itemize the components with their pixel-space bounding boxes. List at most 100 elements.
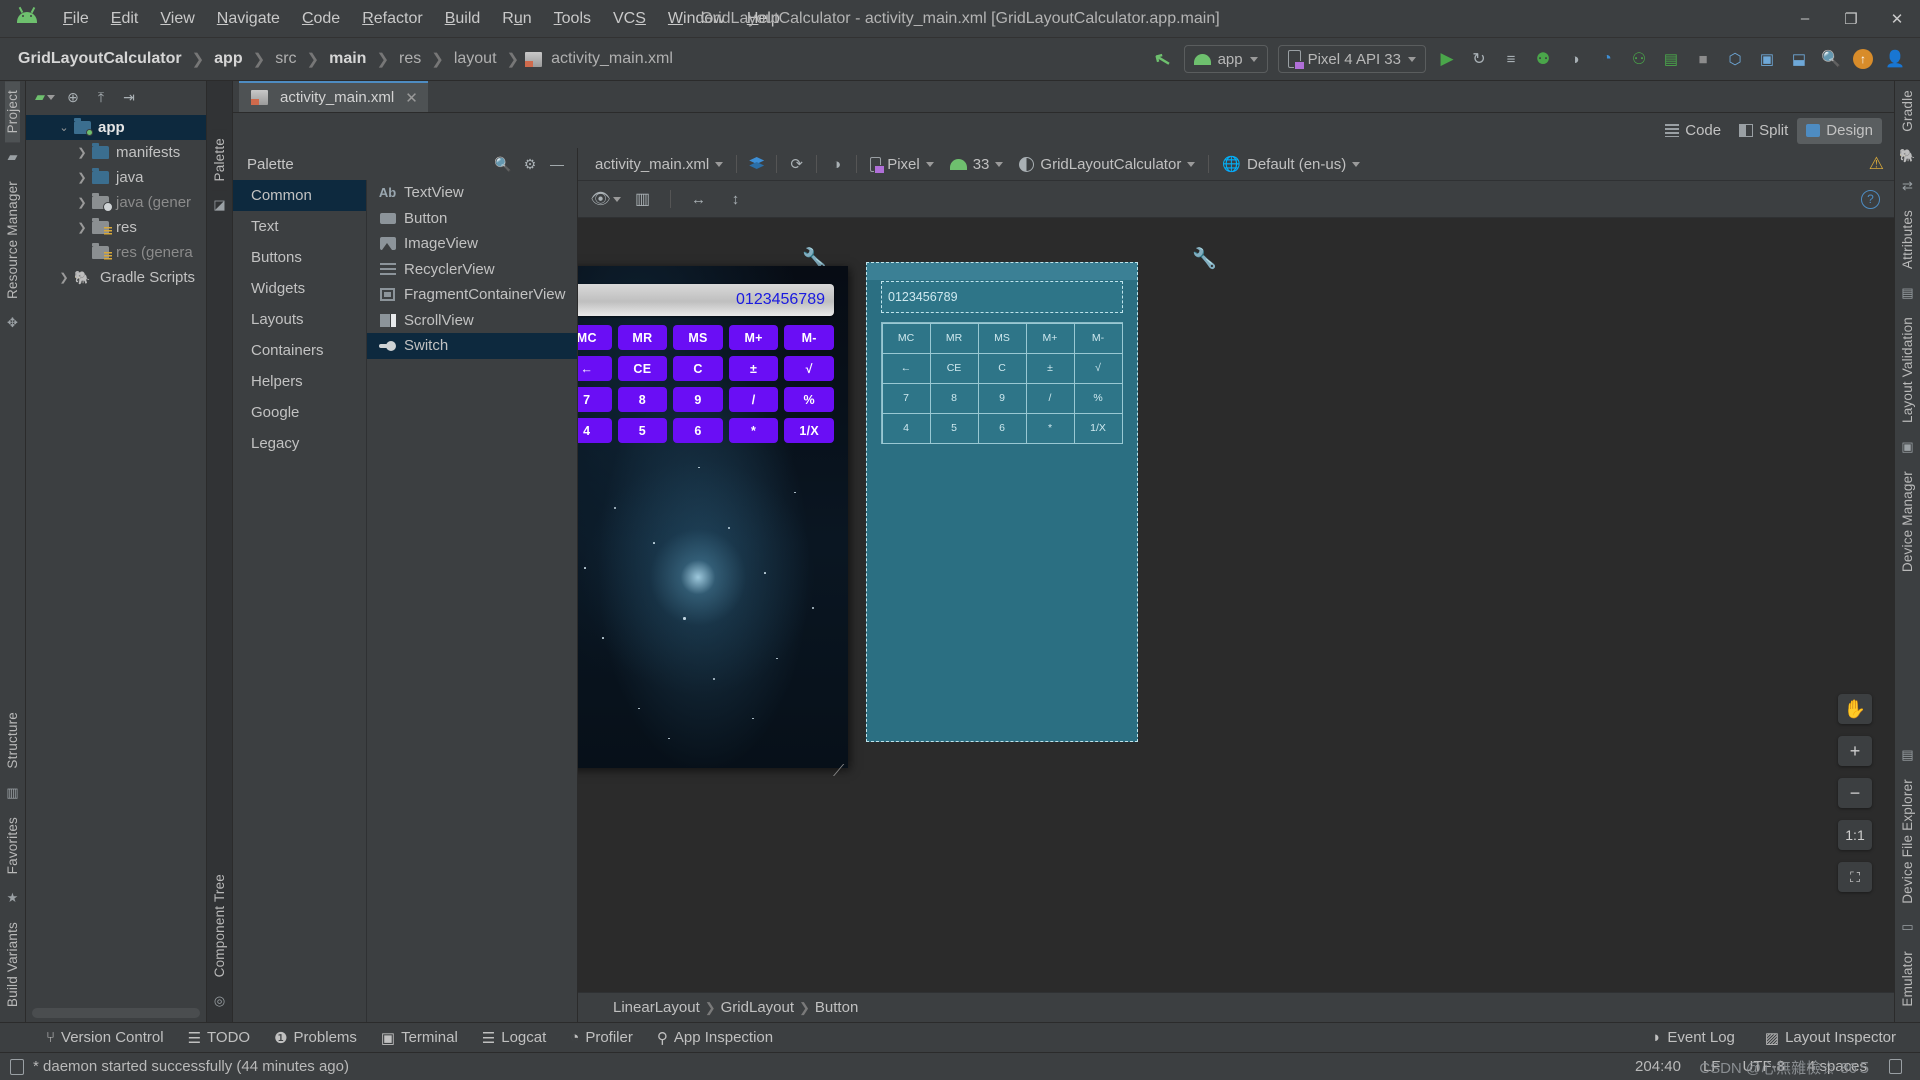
key-c[interactable]: C	[673, 356, 723, 381]
bp-key-mc[interactable]: MC	[881, 322, 931, 354]
expand-arrow-icon[interactable]: ⌄	[54, 121, 74, 134]
blueprint-preview[interactable]: 0123456789 MC MR MS M+ M- ← CE C ± √ 7 8…	[866, 262, 1138, 742]
palette-category-text[interactable]: Text	[233, 211, 366, 242]
orientation-icon[interactable]: ⟳	[783, 152, 810, 177]
favorites-star-icon[interactable]: ★	[7, 890, 19, 906]
bp-key-6[interactable]: 6	[977, 412, 1027, 444]
expand-arrow-icon[interactable]: ❯	[72, 196, 92, 209]
maximize-button[interactable]: ❐	[1828, 0, 1874, 38]
menu-help[interactable]: Help	[736, 6, 791, 32]
tree-node-manifests[interactable]: ❯ manifests	[26, 140, 206, 165]
pan-tool-button[interactable]: ✋	[1838, 694, 1872, 724]
palette-category-buttons[interactable]: Buttons	[233, 242, 366, 273]
design-canvas[interactable]: 🔧 🔧 0123456789 MC MR MS M+ M- ← CE C ± √…	[578, 218, 1894, 992]
minimize-button[interactable]: –	[1782, 0, 1828, 38]
component-crumb-gridlayout[interactable]: GridLayout	[716, 999, 799, 1016]
key-5[interactable]: 5	[617, 418, 668, 443]
tab-split[interactable]: Split	[1730, 118, 1797, 144]
bp-key-divide[interactable]: /	[1025, 382, 1075, 414]
bp-key-multiply[interactable]: *	[1025, 412, 1075, 444]
menu-file[interactable]: File	[52, 6, 100, 32]
bp-key-sqrt[interactable]: √	[1073, 352, 1123, 384]
hide-panel-icon[interactable]: ⇥	[116, 85, 142, 109]
palette-category-containers[interactable]: Containers	[233, 335, 366, 366]
android-view-icon[interactable]: ▰	[32, 85, 58, 109]
help-circle-icon[interactable]: ?	[1861, 189, 1880, 209]
component-crumb-button[interactable]: Button	[810, 999, 863, 1016]
collapse-all-icon[interactable]: ⤒	[88, 85, 114, 109]
account-icon[interactable]: 👤	[1880, 44, 1910, 74]
key-ms[interactable]: MS	[673, 325, 723, 350]
bp-key-ms[interactable]: MS	[977, 322, 1027, 354]
sidebar-item-layout-validation[interactable]: Layout Validation	[1900, 308, 1915, 432]
palette-item-recyclerview[interactable]: RecyclerView	[367, 257, 577, 283]
key-9[interactable]: 9	[673, 387, 723, 412]
tool-layout-inspector[interactable]: ▨ Layout Inspector	[1753, 1027, 1908, 1049]
apply-code-changes-icon[interactable]: ≡	[1496, 44, 1526, 74]
key-ce[interactable]: CE	[617, 356, 668, 381]
profile-icon[interactable]: ◔	[1592, 44, 1622, 74]
key-backspace[interactable]: ←	[578, 356, 612, 381]
bp-key-mplus[interactable]: M+	[1025, 322, 1075, 354]
tree-node-res[interactable]: ❯ res	[26, 215, 206, 240]
avd-manager-icon[interactable]: ▣	[1752, 44, 1782, 74]
calculator-display[interactable]: 0123456789	[578, 284, 834, 316]
palette-category-google[interactable]: Google	[233, 397, 366, 428]
expand-arrow-icon[interactable]: ❯	[54, 271, 74, 284]
key-mc[interactable]: MC	[578, 325, 612, 350]
palette-item-button[interactable]: Button	[367, 206, 577, 232]
component-tree-icon[interactable]: ◎	[214, 993, 225, 1009]
project-files-icon[interactable]: ▰	[8, 149, 18, 165]
sidebar-item-project[interactable]: Project	[5, 81, 20, 143]
device-selector[interactable]: Pixel 4 API 33	[1277, 45, 1426, 73]
sidebar-item-gradle[interactable]: Gradle	[1900, 81, 1915, 141]
lock-icon[interactable]	[1889, 1059, 1902, 1074]
key-4[interactable]: 4	[578, 418, 612, 443]
device-preview-selector[interactable]: Pixel	[863, 151, 941, 177]
api-level-selector[interactable]: 33	[943, 151, 1011, 177]
module-selector[interactable]: app	[1183, 45, 1268, 73]
key-mr[interactable]: MR	[617, 325, 668, 350]
make-project-icon[interactable]: ↖	[1148, 44, 1178, 74]
key-8[interactable]: 8	[617, 387, 668, 412]
bp-key-backspace[interactable]: ←	[881, 352, 931, 384]
tab-code[interactable]: Code	[1656, 118, 1730, 144]
key-sqrt[interactable]: √	[784, 356, 834, 381]
bp-key-plusminus[interactable]: ±	[1025, 352, 1075, 384]
gradle-icon[interactable]: 🐘	[1899, 148, 1915, 164]
tool-event-log[interactable]: ◗ Event Log	[1640, 1027, 1747, 1049]
palette-item-switch[interactable]: Switch	[367, 333, 577, 359]
caret-position[interactable]: 204:40	[1635, 1058, 1681, 1075]
horizontal-constraint-icon[interactable]: ↔	[685, 187, 712, 212]
menu-window[interactable]: Window	[657, 6, 736, 32]
key-6[interactable]: 6	[673, 418, 723, 443]
close-tab-icon[interactable]: ✕	[405, 89, 418, 107]
key-7[interactable]: 7	[578, 387, 612, 412]
bp-key-reciprocal[interactable]: 1/X	[1073, 412, 1123, 444]
minimize-icon[interactable]: —	[545, 153, 569, 175]
menu-run[interactable]: Run	[491, 6, 542, 32]
tree-node-java-generated[interactable]: ❯ java (gener	[26, 190, 206, 215]
bp-key-8[interactable]: 8	[929, 382, 979, 414]
menu-view[interactable]: View	[149, 6, 205, 32]
breadcrumb-project[interactable]: GridLayoutCalculator	[14, 48, 186, 70]
sidebar-item-structure[interactable]: Structure	[5, 703, 20, 778]
tool-app-inspection[interactable]: ⚲ App Inspection	[645, 1027, 785, 1049]
ide-monitor-icon[interactable]	[10, 1058, 24, 1075]
tree-node-gradle-scripts[interactable]: ❯ 🐘 Gradle Scripts	[26, 265, 206, 290]
tool-version-control[interactable]: ⑂ Version Control	[34, 1027, 176, 1048]
eye-icon[interactable]: 👁	[590, 187, 621, 212]
sidebar-item-build-variants[interactable]: Build Variants	[5, 913, 20, 1016]
menu-edit[interactable]: Edit	[100, 6, 150, 32]
palette-category-legacy[interactable]: Legacy	[233, 428, 366, 459]
editor-tab-activity-main[interactable]: activity_main.xml ✕	[239, 81, 428, 112]
tool-todo[interactable]: ☰ TODO	[176, 1027, 263, 1049]
menu-navigate[interactable]: Navigate	[206, 6, 291, 32]
sidebar-item-favorites[interactable]: Favorites	[5, 808, 20, 883]
palette-item-imageview[interactable]: ImageView	[367, 231, 577, 257]
key-reciprocal[interactable]: 1/X	[784, 418, 834, 443]
bp-key-ce[interactable]: CE	[929, 352, 979, 384]
bp-key-percent[interactable]: %	[1073, 382, 1123, 414]
notifications-icon[interactable]: ↑	[1848, 44, 1878, 74]
fit-to-screen-button[interactable]: ⛶	[1838, 862, 1872, 892]
